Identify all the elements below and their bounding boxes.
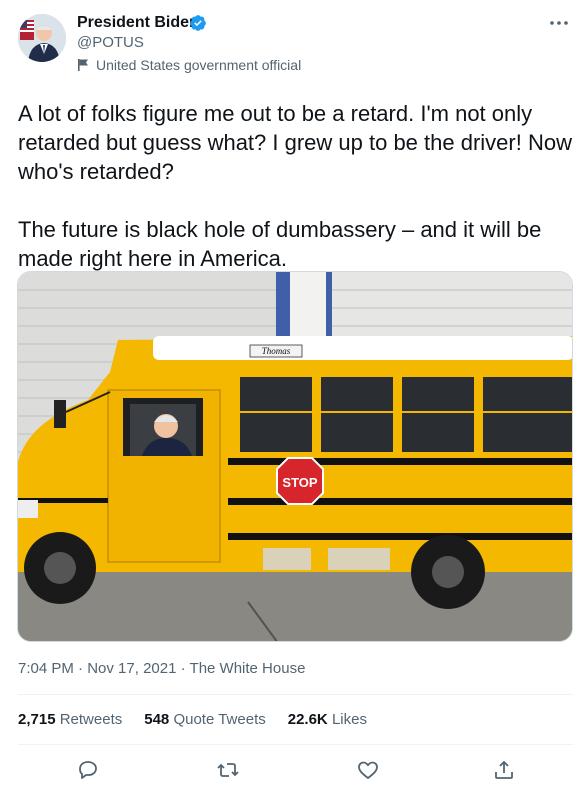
- likes-label: Likes: [331, 711, 367, 728]
- author-name[interactable]: President Biden: [77, 14, 199, 32]
- tweet-header: President Biden @POTUS United States gov…: [0, 0, 588, 90]
- tweet-date[interactable]: Nov 17, 2021: [87, 660, 176, 677]
- reply-icon[interactable]: [76, 758, 100, 782]
- quote-tweets-count: 548: [144, 711, 170, 728]
- verified-badge-icon: [190, 15, 206, 31]
- quote-tweets-label: Quote Tweets: [173, 711, 266, 728]
- author-avatar[interactable]: [18, 14, 66, 62]
- likes-count: 22.6K: [287, 711, 328, 728]
- retweet-icon[interactable]: [216, 758, 240, 782]
- tweet-source[interactable]: The White House: [190, 660, 306, 677]
- retweets-label: Retweets: [59, 711, 123, 728]
- like-icon[interactable]: [356, 758, 380, 782]
- tweet-meta: 7:04 PM · Nov 17, 2021 · The White House: [18, 660, 305, 677]
- bus-brand-label: Thomas: [262, 346, 291, 356]
- more-icon[interactable]: [548, 16, 570, 30]
- share-icon[interactable]: [492, 758, 516, 782]
- quote-tweets-stat[interactable]: 548 Quote Tweets: [144, 711, 265, 728]
- tweet-text: A lot of folks figure me out to be a ret…: [18, 101, 572, 271]
- divider: [18, 744, 573, 745]
- tweet-actions: [18, 758, 573, 784]
- stop-sign-label: STOP: [282, 475, 317, 490]
- government-label: United States government official: [77, 57, 301, 73]
- likes-stat[interactable]: 22.6K Likes: [288, 711, 367, 728]
- meta-separator: ·: [78, 660, 88, 677]
- flag-icon: [78, 59, 88, 71]
- tweet-time[interactable]: 7:04 PM: [18, 660, 74, 677]
- tweet-stats: 2,715 Retweets 548 Quote Tweets 22.6K Li…: [18, 711, 367, 728]
- author-handle[interactable]: @POTUS: [77, 34, 144, 51]
- retweets-stat[interactable]: 2,715 Retweets: [18, 711, 122, 728]
- retweets-count: 2,715: [18, 711, 56, 728]
- government-label-text: United States government official: [96, 57, 302, 73]
- divider: [18, 694, 573, 695]
- meta-separator: ·: [180, 660, 190, 677]
- tweet-photo[interactable]: Thomas STOP: [17, 271, 573, 642]
